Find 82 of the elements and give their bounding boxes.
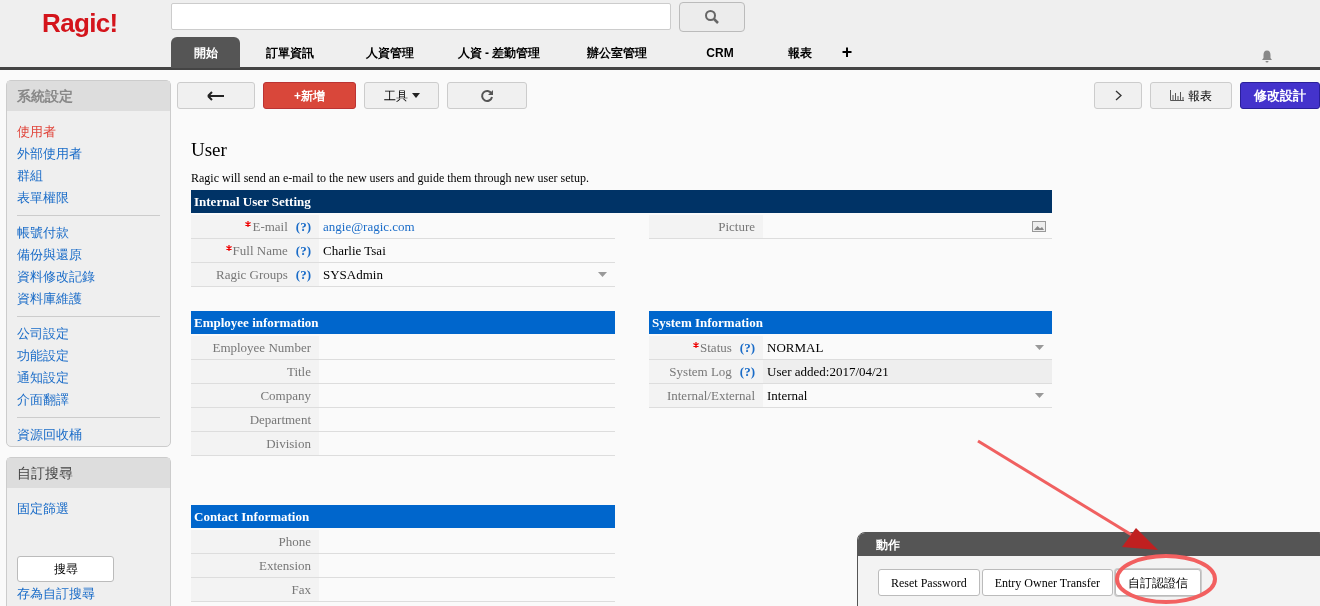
field-value[interactable]: Charlie Tsai [323, 240, 386, 261]
sidebar-link[interactable]: 資料庫維護 [17, 288, 160, 310]
help-link[interactable]: (?) [295, 264, 311, 285]
field-value[interactable]: Internal [767, 385, 808, 406]
search-field[interactable] [171, 3, 671, 30]
sidebar-link[interactable]: 使用者 [17, 121, 160, 143]
bell-icon[interactable] [1261, 50, 1273, 63]
sidebar-link[interactable]: 通知設定 [17, 367, 160, 389]
field-label: Department [249, 410, 311, 429]
section-header: Internal User Setting [191, 190, 1052, 213]
dropdown-caret-icon[interactable] [1035, 345, 1044, 350]
sidebar-link[interactable]: 固定篩選 [17, 498, 160, 520]
sidebar-link[interactable]: 資源回收桶 [17, 424, 160, 446]
search-button[interactable]: 搜尋 [17, 556, 114, 582]
email-link[interactable]: angie@ragic.com [323, 216, 415, 237]
sidebar-link[interactable]: 表單權限 [17, 187, 160, 209]
section-header: Employee information [191, 311, 615, 334]
sidebar-link[interactable]: 外部使用者 [17, 143, 160, 165]
left-arrow-icon [207, 90, 225, 101]
save-search-link[interactable]: 存為自訂搜尋 [17, 584, 160, 604]
field-label: Company [260, 386, 311, 405]
form-title: User [191, 138, 228, 162]
field-value[interactable]: NORMAL [767, 337, 824, 358]
tab[interactable]: 訂單資訊 [240, 37, 340, 68]
field-label: Phone [278, 532, 311, 551]
sidebar-link[interactable]: 備份與還原 [17, 244, 160, 266]
field-label: Full Name [232, 241, 288, 260]
form-description: Ragic will send an e-mail to the new users and guide them through new user setup. [191, 170, 590, 186]
edit-design-button[interactable]: 修改設計 [1240, 82, 1320, 109]
field-label: Status [700, 338, 732, 357]
panel-title: 系統設定 [7, 81, 170, 111]
sidebar-link[interactable]: 帳號付款 [17, 222, 160, 244]
field-value[interactable]: SYSAdmin [323, 264, 383, 285]
field-label: Title [286, 362, 311, 381]
field-label: Division [266, 434, 311, 453]
logo: Ragic! [42, 7, 118, 40]
add-tab-button[interactable]: + [836, 37, 858, 68]
sidebar-link[interactable]: 介面翻譯 [17, 389, 160, 411]
help-link[interactable]: (?) [739, 337, 755, 358]
tab[interactable]: 人資 - 差勤管理 [440, 37, 558, 68]
field-label: Picture [718, 217, 755, 236]
field-label: Extension [259, 556, 311, 575]
field-label: System Log [669, 362, 732, 381]
refresh-icon [480, 88, 494, 103]
field-label: Ragic Groups [215, 265, 288, 284]
search-icon [704, 9, 720, 25]
field-value: User added:2017/04/21 [767, 362, 889, 381]
field-label: Fax [291, 580, 311, 599]
sidebar-link[interactable]: 公司設定 [17, 323, 160, 345]
dropdown-caret-icon[interactable] [1035, 393, 1044, 398]
sidebar-link[interactable]: 功能設定 [17, 345, 160, 367]
tab[interactable]: CRM [676, 37, 764, 68]
help-link[interactable]: (?) [295, 216, 311, 237]
action-button[interactable]: 自訂認證信 [1115, 569, 1201, 596]
report-button[interactable]: 報表 [1150, 82, 1232, 109]
search-button[interactable] [679, 2, 745, 32]
tab[interactable]: 辦公室管理 [558, 37, 676, 68]
tab[interactable]: 人資管理 [340, 37, 440, 68]
panel-title: 自訂搜尋 [7, 458, 170, 488]
tab[interactable]: 報表 [764, 37, 836, 68]
dropdown-caret-icon[interactable] [598, 272, 607, 277]
section-header: Contact Information [191, 505, 615, 528]
add-button[interactable]: +新增 [263, 82, 356, 109]
action-button[interactable]: Entry Owner Transfer [981, 569, 1113, 596]
bar-chart-icon [1170, 90, 1184, 101]
help-link[interactable]: (?) [295, 240, 311, 261]
caret-icon [411, 93, 420, 98]
refresh-button[interactable] [447, 82, 527, 109]
action-button[interactable]: Reset Password [878, 569, 980, 596]
field-label: E-mail [252, 217, 288, 236]
tab[interactable]: 開始 [171, 37, 240, 68]
field-label: Internal/External [666, 386, 755, 405]
tools-button[interactable]: 工具 [364, 82, 439, 109]
chevron-right-icon [1114, 90, 1122, 101]
back-button[interactable] [177, 82, 255, 109]
panel-title: 動作 [858, 533, 1320, 556]
sidebar-link[interactable]: 資料修改記錄 [17, 266, 160, 288]
section-header: System Information [649, 311, 1052, 334]
help-link[interactable]: (?) [739, 361, 755, 382]
sidebar-link[interactable]: 群組 [17, 165, 160, 187]
image-icon[interactable] [1032, 221, 1046, 232]
field-label: Employee Number [212, 338, 311, 357]
